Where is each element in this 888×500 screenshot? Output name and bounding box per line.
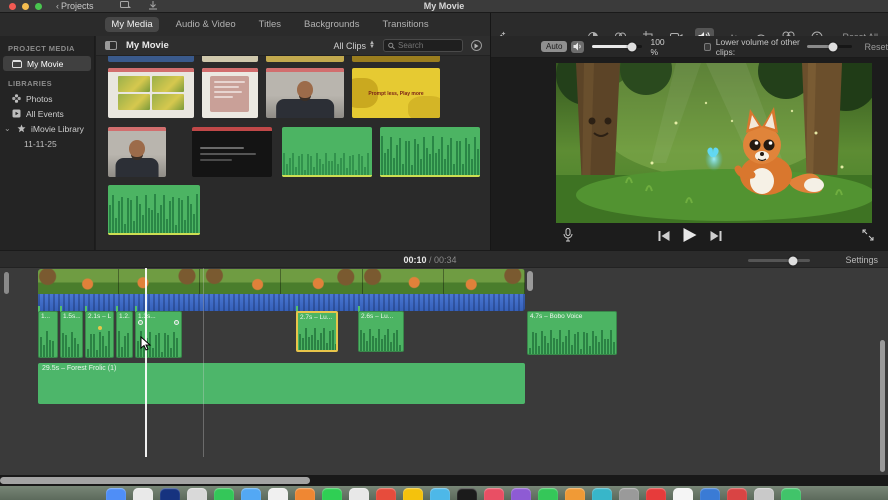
total-duration: 00:34	[434, 255, 457, 265]
video-viewer[interactable]	[556, 43, 878, 223]
filmstrip-frame	[281, 269, 363, 294]
dock-app-icon[interactable]	[646, 488, 666, 500]
media-thumbnail-audio[interactable]	[380, 127, 480, 177]
media-thumbnail-document[interactable]	[202, 68, 258, 118]
audio-clip-selected[interactable]: 2.7s – Lu...	[296, 311, 338, 352]
audio-clip-label: 1.2...	[119, 313, 130, 320]
filmstrip-frame	[119, 269, 201, 294]
timeline-video-clip[interactable]	[38, 269, 525, 311]
filmstrip	[38, 269, 525, 294]
filmstrip-frame	[443, 269, 525, 294]
audio-clip[interactable]: 1.2...	[116, 311, 133, 358]
settings-button[interactable]: Settings	[845, 255, 878, 265]
preview-pane	[491, 43, 888, 250]
audio-clip-label: 2.1s – L...	[88, 313, 111, 320]
audio-clip-label: 4.7s – Bobo Voice	[530, 313, 583, 320]
audio-clip[interactable]: 4.7s – Bobo Voice	[527, 311, 617, 355]
audio-clip[interactable]: 2.6s – Lu...	[358, 311, 404, 352]
dock-app-icon[interactable]	[106, 488, 126, 500]
timeline-zoom-slider[interactable]	[748, 256, 810, 265]
fade-handle[interactable]	[174, 320, 179, 325]
audio-clip-label: 2.6s – Lu...	[361, 313, 394, 320]
dock-app-icon[interactable]	[754, 488, 774, 500]
playhead[interactable]	[145, 268, 147, 457]
previous-frame-button[interactable]	[658, 228, 669, 246]
media-thumbnail-audio[interactable]	[108, 185, 200, 235]
media-thumbnail-sliver[interactable]	[352, 56, 440, 62]
right-vertical-scrollbar[interactable]	[880, 340, 885, 472]
media-thumbnail-sliver[interactable]	[108, 56, 194, 62]
media-thumbnail-audio-yellow[interactable]	[282, 127, 372, 177]
video-audio-waveform-bar	[38, 294, 525, 311]
filmstrip-frame	[200, 269, 282, 294]
media-thumbnail-sliver[interactable]	[202, 56, 258, 62]
audio-clip[interactable]: 2.1s – L...	[85, 311, 114, 358]
imovie-window: ‹ Projects My Movie My Media Audio & Vide…	[0, 0, 888, 500]
snap-guide-line	[203, 268, 204, 457]
dock-app-icon[interactable]	[727, 488, 747, 500]
dock-app-icon[interactable]	[619, 488, 639, 500]
fox-forest-frame	[556, 43, 878, 223]
dock-app-icon[interactable]	[430, 488, 450, 500]
dock-app-icon[interactable]	[322, 488, 342, 500]
dock-app-icon[interactable]	[538, 488, 558, 500]
dock-app-icon[interactable]	[592, 488, 612, 500]
audio-clip-label: 1.5s...	[63, 313, 80, 320]
next-frame-button[interactable]	[710, 228, 721, 246]
dock-app-icon[interactable]	[268, 488, 288, 500]
media-thumbnail-banner[interactable]: Prompt less, Play more	[352, 68, 440, 118]
dock-app-icon[interactable]	[565, 488, 585, 500]
media-thumbnail-terminal[interactable]	[192, 127, 272, 177]
transport-bar	[491, 226, 888, 248]
audio-clip[interactable]: 1...	[38, 311, 58, 358]
dock-app-icon[interactable]	[376, 488, 396, 500]
horizontal-scrollbar-thumb[interactable]	[0, 477, 310, 484]
audio-clip-label: 1...	[41, 313, 51, 320]
media-thumbnail-sliver[interactable]	[266, 56, 344, 62]
dock-app-icon[interactable]	[295, 488, 315, 500]
dock-app-icon[interactable]	[133, 488, 153, 500]
timeline-header: 00:10 / 00:34 Settings	[0, 250, 888, 268]
background-music-clip[interactable]: 29.5s – Forest Frolic (1)	[38, 363, 525, 404]
dock-app-icon[interactable]	[781, 488, 801, 500]
timeline-vertical-scrollbar[interactable]	[4, 272, 9, 294]
horizontal-scrollbar-track[interactable]	[0, 475, 888, 486]
music-clip-label: 29.5s – Forest Frolic (1)	[42, 365, 117, 372]
media-thumbnail-screen-grid[interactable]	[108, 68, 194, 118]
audio-clip[interactable]: 1.5s...	[60, 311, 83, 358]
dock-app-icon[interactable]	[160, 488, 180, 500]
dock-app-icon[interactable]	[511, 488, 531, 500]
timecode-display: 00:10 / 00:34	[403, 255, 456, 265]
media-thumbnail-person[interactable]	[266, 68, 344, 118]
audio-clip[interactable]: 1.3s...	[135, 311, 182, 358]
dock-app-icon[interactable]	[484, 488, 504, 500]
media-thumbnail-person[interactable]	[108, 127, 166, 177]
fullscreen-icon[interactable]	[862, 228, 874, 246]
dock-app-icon[interactable]	[214, 488, 234, 500]
dock-app-icon[interactable]	[700, 488, 720, 500]
time-separator: /	[428, 255, 432, 265]
dock-app-icon[interactable]	[457, 488, 477, 500]
filmstrip-frame	[362, 269, 444, 294]
dock-app-icon[interactable]	[403, 488, 423, 500]
clip-trim-handle[interactable]	[527, 271, 533, 291]
play-button[interactable]	[683, 227, 696, 247]
macos-dock[interactable]	[0, 486, 888, 500]
current-time: 00:10	[403, 255, 427, 265]
timeline: 1... 1.5s... 2.1s – L... 1.2... 1.3s... 2.7s …	[0, 268, 888, 475]
dock-app-icon[interactable]	[673, 488, 693, 500]
voiceover-mic-icon[interactable]	[563, 227, 573, 247]
audio-clip-label: 2.7s – Lu...	[300, 314, 333, 321]
dock-app-icon[interactable]	[349, 488, 369, 500]
dock-app-icon[interactable]	[187, 488, 207, 500]
dock-app-icon[interactable]	[241, 488, 261, 500]
banner-text: Prompt less, Play more	[368, 90, 424, 97]
fade-handle[interactable]	[138, 320, 143, 325]
filmstrip-frame	[38, 269, 120, 294]
media-browser: My Movie All Clips ▲▼ Prompt less, Play …	[96, 36, 490, 250]
